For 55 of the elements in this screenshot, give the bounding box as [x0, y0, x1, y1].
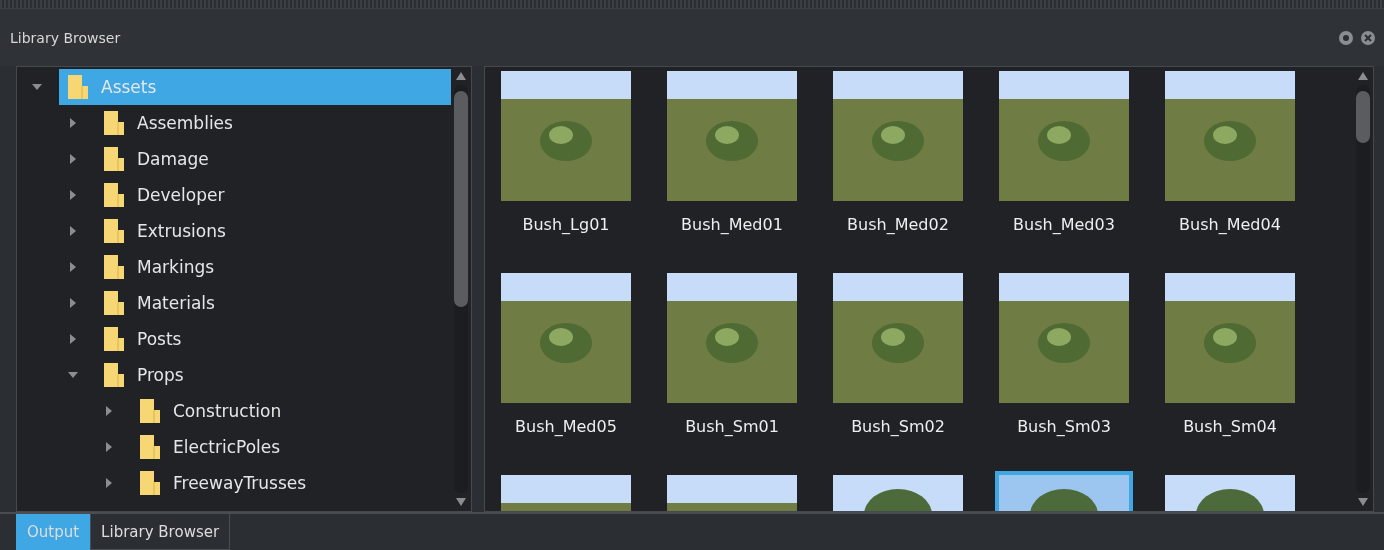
bush-thumbnail[interactable]: [667, 71, 797, 201]
asset-name: Bush_Lg01: [522, 215, 610, 234]
scrollbar[interactable]: [453, 71, 469, 507]
folder-icon: [103, 362, 125, 388]
options-icon[interactable]: [1338, 29, 1354, 46]
tree-item[interactable]: Damage: [95, 141, 451, 177]
tree-item[interactable]: Assemblies: [95, 105, 451, 141]
asset-name: Bush_Med05: [515, 417, 617, 436]
folder-icon: [103, 182, 125, 208]
close-icon[interactable]: [1360, 29, 1376, 46]
scroll-up-icon[interactable]: [1357, 71, 1369, 81]
asset-name: Bush_Sm02: [851, 417, 945, 436]
tree-item[interactable]: Materials: [95, 285, 451, 321]
tree-item[interactable]: Posts: [95, 321, 451, 357]
folder-icon: [103, 146, 125, 172]
folder-icon: [103, 110, 125, 136]
tree-item[interactable]: Props: [95, 357, 451, 393]
asset-name: Bush_Sm03: [1017, 417, 1111, 436]
bush-thumbnail[interactable]: [1165, 71, 1295, 201]
bush-thumbnail[interactable]: [833, 71, 963, 201]
asset-name: Bush_Med02: [847, 215, 949, 234]
folder-icon: [103, 290, 125, 316]
folder-icon: [103, 254, 125, 280]
panel-tab[interactable]: Library Browser: [90, 514, 231, 550]
bush-thumbnail[interactable]: [999, 71, 1129, 201]
folder-icon: [139, 398, 161, 424]
scrollbar-thumb[interactable]: [454, 91, 468, 307]
asset-name: Bush_Med03: [1013, 215, 1115, 234]
asset-name: Bush_Med01: [681, 215, 783, 234]
folder-icon: [67, 74, 89, 100]
tree-item[interactable]: Markings: [95, 249, 451, 285]
scroll-up-icon[interactable]: [455, 71, 467, 81]
scroll-down-icon[interactable]: [455, 497, 467, 507]
tree-item[interactable]: ElectricPoles: [131, 429, 451, 465]
panel-title: Library Browser: [10, 29, 121, 46]
asset-name: Bush_Sm01: [685, 417, 779, 436]
bush-thumbnail[interactable]: [999, 273, 1129, 403]
folder-icon: [139, 434, 161, 460]
scrollbar[interactable]: [1355, 71, 1371, 507]
bush-thumbnail[interactable]: [501, 273, 631, 403]
asset-name: Bush_Med04: [1179, 215, 1281, 234]
bush-thumbnail[interactable]: [1165, 273, 1295, 403]
scrollbar-thumb[interactable]: [1356, 91, 1370, 143]
tree-item[interactable]: FreewayTrusses: [131, 465, 451, 501]
bush-thumbnail[interactable]: [667, 273, 797, 403]
folder-icon: [139, 470, 161, 496]
scroll-down-icon[interactable]: [1357, 497, 1369, 507]
bush-thumbnail[interactable]: [833, 273, 963, 403]
asset-name: Bush_Sm04: [1183, 417, 1277, 436]
tree-item[interactable]: Extrusions: [95, 213, 451, 249]
folder-icon: [103, 326, 125, 352]
bush-thumbnail[interactable]: [501, 71, 631, 201]
tree-item[interactable]: Developer: [95, 177, 451, 213]
tree-item[interactable]: Construction: [131, 393, 451, 429]
folder-icon: [103, 218, 125, 244]
